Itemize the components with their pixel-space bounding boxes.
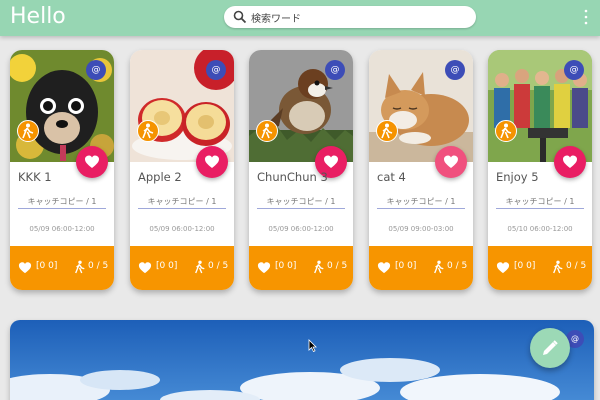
catch-copy: キャッチコピー / 1 [27, 197, 97, 206]
app-title: Hello [10, 4, 66, 29]
walk-icon [22, 123, 34, 139]
card-time: 05/09 06:00-12:00 [29, 225, 95, 233]
event-card[interactable]: @ Apple 2 キャッチコピー / 1 05/09 06:00-12:00 … [130, 50, 234, 290]
walk-badge [137, 120, 159, 142]
card-title: Enjoy 5 [496, 170, 539, 184]
participant-count: 0 / 5 [327, 261, 348, 271]
at-badge[interactable]: @ [86, 60, 106, 80]
favorite-count: [0 0] [275, 261, 297, 271]
search-icon [233, 10, 247, 24]
walk-icon [553, 260, 563, 274]
divider [257, 208, 345, 209]
card-time: 05/09 09:00-03:00 [388, 225, 454, 233]
search-bar[interactable]: 検索ワード [224, 6, 476, 28]
mouse-cursor-icon [308, 339, 317, 352]
card-footer: [0 0] 0 / 5 [369, 246, 473, 290]
heart-icon [563, 155, 577, 168]
card-title: ChunChun 3 [257, 170, 328, 184]
heart-icon[interactable] [257, 261, 271, 274]
banner-image-sky [10, 320, 594, 400]
heart-icon [205, 155, 219, 168]
at-badge[interactable]: @ [564, 60, 584, 80]
heart-icon[interactable] [496, 261, 510, 274]
event-card[interactable]: @ cat 4 キャッチコピー / 1 05/09 09:00-03:00 [0… [369, 50, 473, 290]
event-card[interactable]: @ ChunChun 3 キャッチコピー / 1 05/09 06:00-12:… [249, 50, 353, 290]
heart-icon[interactable] [138, 261, 152, 274]
divider [496, 208, 584, 209]
card-footer: [0 0] 0 / 5 [10, 246, 114, 290]
favorite-count: [0 0] [156, 261, 178, 271]
catch-copy: キャッチコピー / 1 [505, 197, 575, 206]
at-badge[interactable]: @ [325, 60, 345, 80]
card-footer: [0 0] 0 / 5 [130, 246, 234, 290]
walk-badge [376, 120, 398, 142]
card-title: cat 4 [377, 170, 406, 184]
card-time: 05/09 06:00-12:00 [268, 225, 334, 233]
walk-icon [261, 123, 273, 139]
favorite-count: [0 0] [36, 261, 58, 271]
card-time: 05/10 06:00-12:00 [507, 225, 573, 233]
search-input[interactable]: 検索ワード [251, 10, 301, 25]
favorite-count: [0 0] [514, 261, 536, 271]
walk-icon [434, 260, 444, 274]
card-time: 05/09 06:00-12:00 [149, 225, 215, 233]
banner-card[interactable] [10, 320, 594, 400]
divider [377, 208, 465, 209]
walk-icon [75, 260, 85, 274]
at-badge[interactable]: @ [445, 60, 465, 80]
pencil-icon [543, 340, 558, 355]
walk-icon [500, 123, 512, 139]
heart-icon [444, 155, 458, 168]
at-badge[interactable]: @ [206, 60, 226, 80]
card-title: Apple 2 [138, 170, 182, 184]
edit-fab[interactable] [530, 328, 570, 368]
walk-icon [195, 260, 205, 274]
more-vert-icon[interactable] [583, 8, 589, 26]
favorite-button[interactable] [76, 146, 108, 178]
participant-count: 0 / 5 [88, 261, 109, 271]
heart-icon[interactable] [18, 261, 32, 274]
favorite-count: [0 0] [395, 261, 417, 271]
event-card[interactable]: @ Enjoy 5 キャッチコピー / 1 05/10 06:00-12:00 … [488, 50, 592, 290]
app-bar: Hello 検索ワード [0, 0, 600, 36]
walk-icon [381, 123, 393, 139]
heart-icon [85, 155, 99, 168]
walk-icon [314, 260, 324, 274]
favorite-button[interactable] [554, 146, 586, 178]
catch-copy: キャッチコピー / 1 [266, 197, 336, 206]
catch-copy: キャッチコピー / 1 [147, 197, 217, 206]
card-footer: [0 0] 0 / 5 [249, 246, 353, 290]
heart-icon[interactable] [377, 261, 391, 274]
favorite-button[interactable] [435, 146, 467, 178]
participant-count: 0 / 5 [208, 261, 229, 271]
favorite-button[interactable] [196, 146, 228, 178]
divider [138, 208, 226, 209]
card-footer: [0 0] 0 / 5 [488, 246, 592, 290]
heart-icon [324, 155, 338, 168]
walk-badge [256, 120, 278, 142]
participant-count: 0 / 5 [447, 261, 468, 271]
walk-badge [17, 120, 39, 142]
participant-count: 0 / 5 [566, 261, 587, 271]
event-card[interactable]: @ KKK 1 キャッチコピー / 1 05/09 06:00-12:00 [0… [10, 50, 114, 290]
card-title: KKK 1 [18, 170, 52, 184]
walk-icon [142, 123, 154, 139]
walk-badge [495, 120, 517, 142]
divider [18, 208, 106, 209]
catch-copy: キャッチコピー / 1 [386, 197, 456, 206]
